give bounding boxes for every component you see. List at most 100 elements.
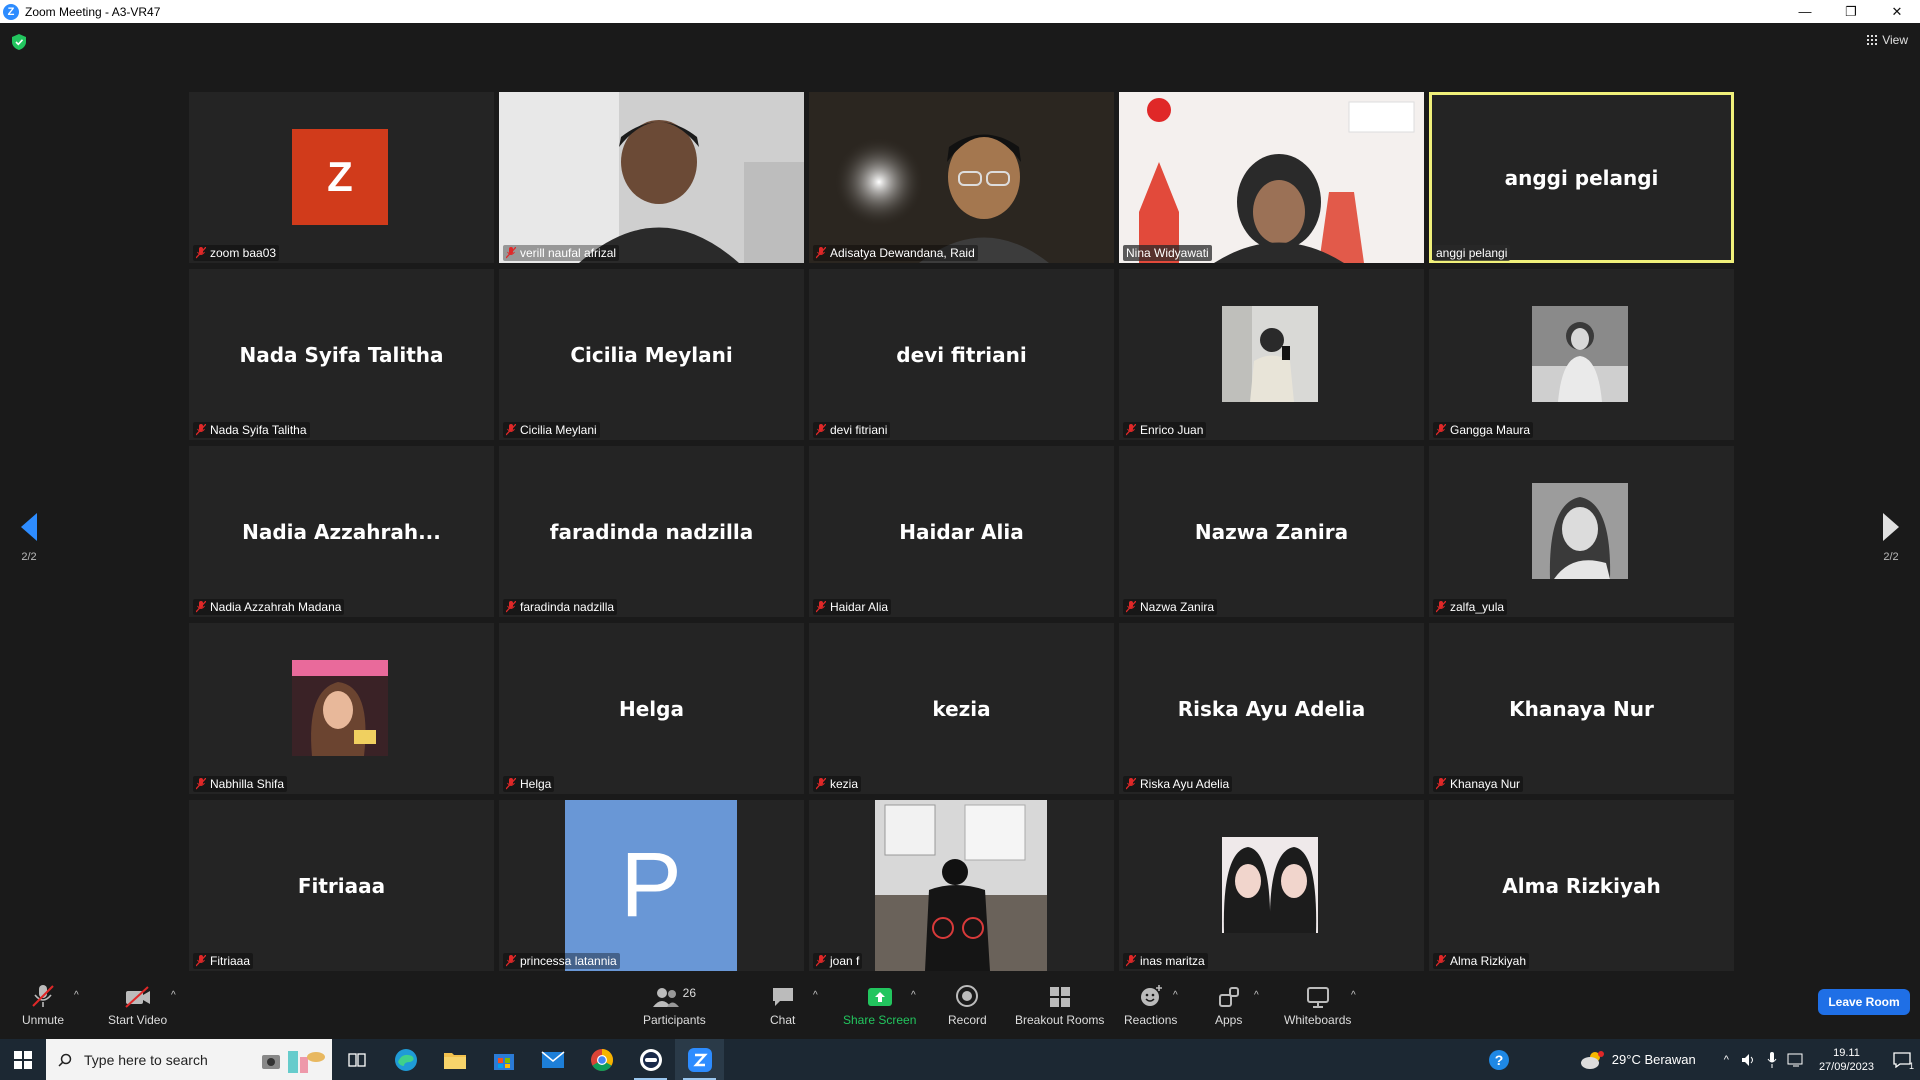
participant-name: Adisatya Dewandana, Raid (830, 246, 975, 260)
share-options-caret-icon[interactable]: ^ (911, 990, 916, 1001)
svg-text:?: ? (1495, 1052, 1504, 1068)
breakout-rooms-label: Breakout Rooms (1015, 1013, 1105, 1027)
participant-video (499, 92, 804, 263)
chat-button[interactable]: Chat (770, 982, 795, 1027)
participant-label: joan f (813, 953, 863, 969)
maximize-button[interactable]: ❐ (1828, 0, 1874, 23)
start-video-label: Start Video (108, 1013, 168, 1027)
participant-tile[interactable]: kezia kezia (809, 623, 1114, 794)
file-explorer-taskbar-button[interactable] (430, 1039, 479, 1080)
participant-label: Riska Ayu Adelia (1123, 776, 1233, 792)
participant-display-name: Fitriaaa (297, 873, 386, 898)
profile-photo (292, 660, 388, 756)
participant-tile[interactable]: Nadia Azzahrah... Nadia Azzahrah Madana (189, 446, 494, 617)
participant-tile[interactable]: Enrico Juan (1119, 269, 1424, 440)
participant-tile[interactable]: Cicilia Meylani Cicilia Meylani (499, 269, 804, 440)
edge-taskbar-button[interactable] (381, 1039, 430, 1080)
notification-center-button[interactable]: 1 (1884, 1039, 1920, 1080)
participant-display-name: Nada Syifa Talitha (239, 342, 444, 367)
window-titlebar: Z Zoom Meeting - A3-VR47 — ❐ ✕ (0, 0, 1920, 23)
chat-options-caret-icon[interactable]: ^ (813, 990, 818, 1001)
app-taskbar-button[interactable] (626, 1039, 675, 1080)
whiteboards-button[interactable]: Whiteboards (1284, 982, 1351, 1027)
participant-tile[interactable]: Alma Rizkiyah Alma Rizkiyah (1429, 800, 1734, 971)
participant-label: Adisatya Dewandana, Raid (813, 245, 978, 261)
participant-label: Nina Widyawati (1123, 245, 1212, 261)
participant-label: princessa latannia (503, 953, 620, 969)
participant-tile[interactable]: joan f (809, 800, 1114, 971)
participant-label: Nada Syifa Talitha (193, 422, 310, 438)
participant-tile[interactable]: Gangga Maura (1429, 269, 1734, 440)
task-view-button[interactable] (332, 1039, 381, 1080)
minimize-button[interactable]: — (1782, 0, 1828, 23)
participant-tile[interactable]: Nabhilla Shifa (189, 623, 494, 794)
video-options-caret-icon[interactable]: ^ (171, 990, 176, 1001)
mic-muted-icon (196, 778, 206, 790)
participant-display-name: anggi pelangi (1504, 165, 1659, 190)
participant-tile[interactable]: Helga Helga (499, 623, 804, 794)
encryption-shield-icon[interactable] (12, 34, 26, 50)
participant-tile[interactable]: Z zoom baa03 (189, 92, 494, 263)
show-hidden-icons-chevron-icon[interactable]: ^ (1724, 1054, 1729, 1066)
participant-label: zalfa_yula (1433, 599, 1508, 615)
zoom-taskbar-button[interactable] (675, 1039, 724, 1080)
chrome-taskbar-button[interactable] (577, 1039, 626, 1080)
participant-label: Helga (503, 776, 555, 792)
participant-name: Khanaya Nur (1450, 777, 1521, 791)
volume-icon[interactable] (1741, 1053, 1757, 1067)
profile-photo (1222, 306, 1318, 402)
participant-name: Cicilia Meylani (520, 423, 597, 437)
participant-tile[interactable]: Haidar Alia Haidar Alia (809, 446, 1114, 617)
mic-muted-icon (1436, 955, 1446, 967)
weather-text[interactable]: 29°C Berawan (1612, 1052, 1696, 1067)
participant-name: verill naufal afrizal (520, 246, 617, 260)
leave-room-button[interactable]: Leave Room (1818, 989, 1910, 1015)
reactions-button[interactable]: Reactions (1124, 982, 1177, 1027)
participant-tile[interactable]: Nazwa Zanira Nazwa Zanira (1119, 446, 1424, 617)
participant-tile[interactable]: Adisatya Dewandana, Raid (809, 92, 1114, 263)
mail-taskbar-button[interactable] (528, 1039, 577, 1080)
audio-options-caret-icon[interactable]: ^ (74, 990, 79, 1001)
mic-muted-icon (196, 601, 206, 613)
next-page-button[interactable]: 2/2 (1876, 513, 1906, 563)
share-screen-icon (867, 988, 892, 1006)
whiteboards-options-caret-icon[interactable]: ^ (1351, 990, 1356, 1001)
close-button[interactable]: ✕ (1874, 0, 1920, 23)
participant-tile[interactable]: Khanaya Nur Khanaya Nur (1429, 623, 1734, 794)
start-video-button[interactable]: Start Video (108, 982, 167, 1027)
microphone-icon[interactable] (1767, 1051, 1777, 1068)
grid-view-icon (1867, 35, 1878, 45)
participant-tile[interactable]: Nada Syifa Talitha Nada Syifa Talitha (189, 269, 494, 440)
participant-tile[interactable]: faradinda nadzilla faradinda nadzilla (499, 446, 804, 617)
record-button[interactable]: Record (948, 982, 987, 1027)
participant-name: Nazwa Zanira (1140, 600, 1215, 614)
participant-tile[interactable]: inas maritza (1119, 800, 1424, 971)
share-screen-button[interactable]: Share Screen (843, 982, 916, 1027)
participant-tile[interactable]: zalfa_yula (1429, 446, 1734, 617)
taskbar-clock[interactable]: 19.11 27/09/2023 (1819, 1046, 1874, 1074)
participant-tile[interactable]: P princessa latannia (499, 800, 804, 971)
participant-label: Nazwa Zanira (1123, 599, 1218, 615)
breakout-rooms-button[interactable]: Breakout Rooms (1015, 982, 1104, 1027)
apps-options-caret-icon[interactable]: ^ (1254, 990, 1259, 1001)
apps-button[interactable]: Apps (1215, 982, 1242, 1027)
reactions-options-caret-icon[interactable]: ^ (1173, 990, 1178, 1001)
participants-button[interactable]: 26 Participants (643, 982, 706, 1027)
previous-page-button[interactable]: 2/2 (14, 513, 44, 563)
participant-tile[interactable]: Riska Ayu Adelia Riska Ayu Adelia (1119, 623, 1424, 794)
unmute-button[interactable]: Unmute (22, 982, 64, 1027)
taskbar-search-box[interactable]: Type here to search (46, 1039, 332, 1080)
participant-tile[interactable]: verill naufal afrizal (499, 92, 804, 263)
store-icon (493, 1053, 514, 1070)
participant-tile[interactable]: Fitriaaa Fitriaaa (189, 800, 494, 971)
view-button[interactable]: View (1867, 33, 1908, 47)
participant-display-name: Riska Ayu Adelia (1177, 696, 1366, 721)
network-icon[interactable] (1787, 1053, 1805, 1067)
start-button[interactable] (0, 1039, 46, 1080)
participant-tile[interactable]: Nina Widyawati (1119, 92, 1424, 263)
edge-icon (394, 1048, 417, 1071)
microsoft-store-taskbar-button[interactable] (479, 1039, 528, 1080)
participant-tile[interactable]: devi fitriani devi fitriani (809, 269, 1114, 440)
participant-tile-active-speaker[interactable]: anggi pelangi anggi pelangi (1429, 92, 1734, 263)
help-icon[interactable]: ? (1488, 1049, 1510, 1071)
